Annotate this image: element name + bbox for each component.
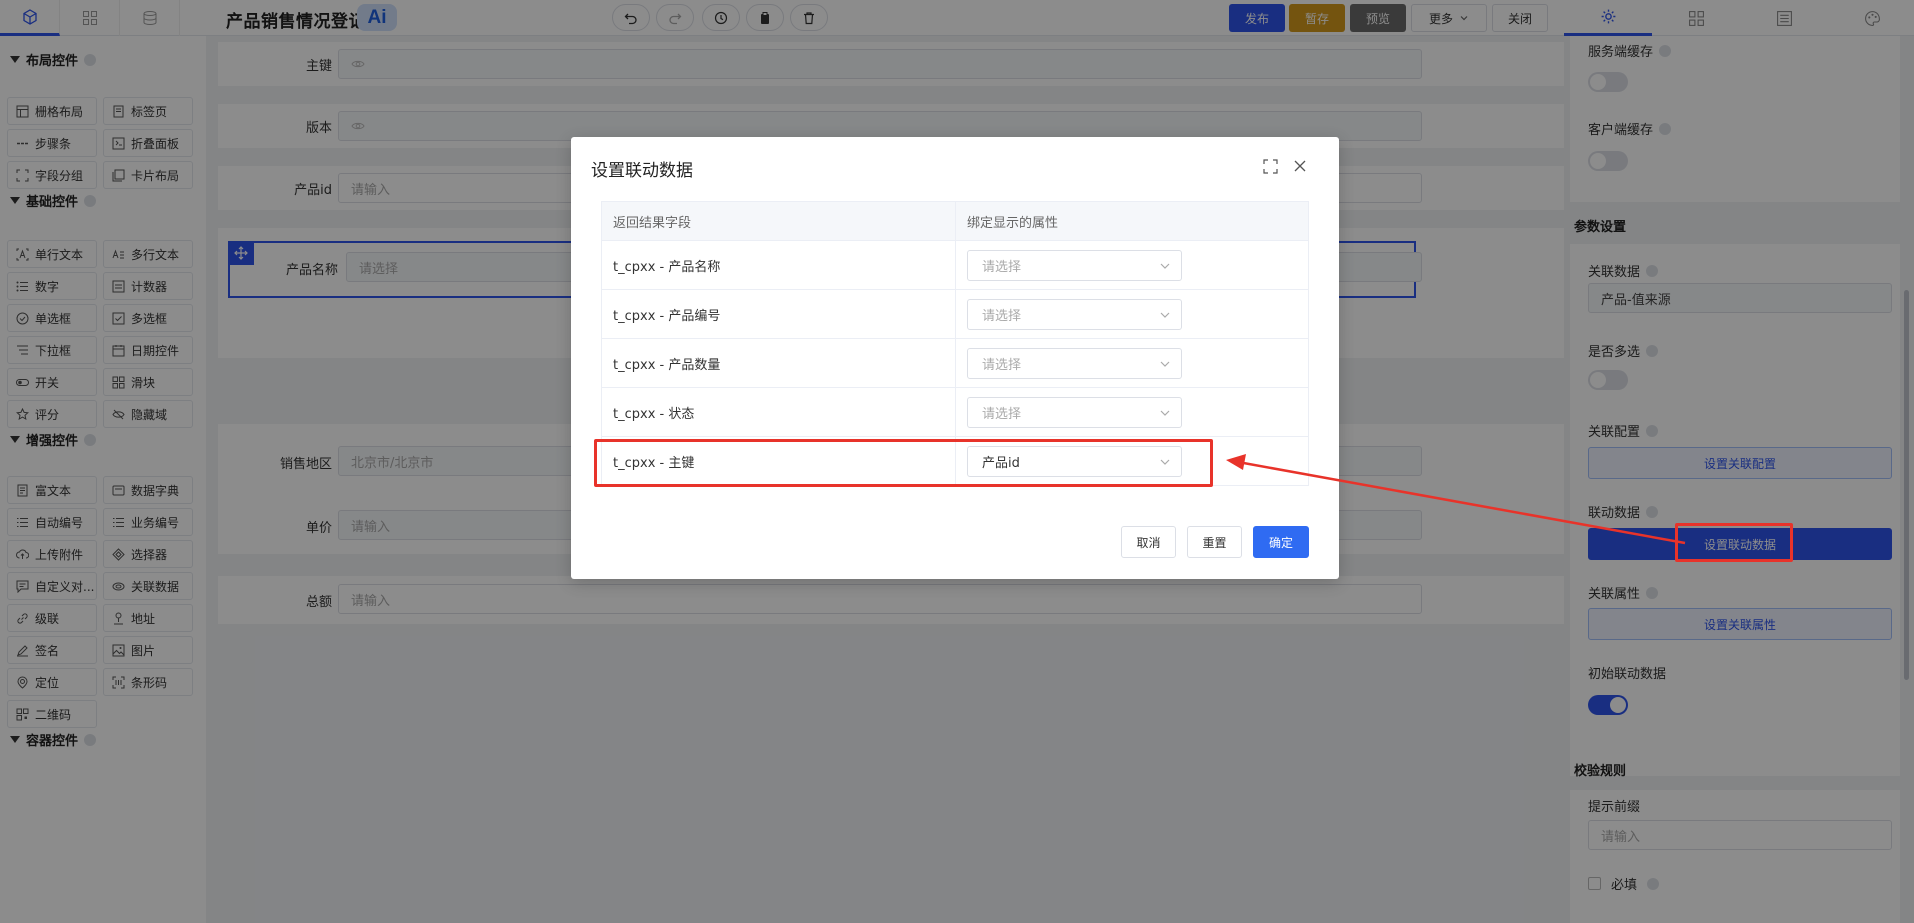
annotation-arrow xyxy=(1226,454,1686,545)
